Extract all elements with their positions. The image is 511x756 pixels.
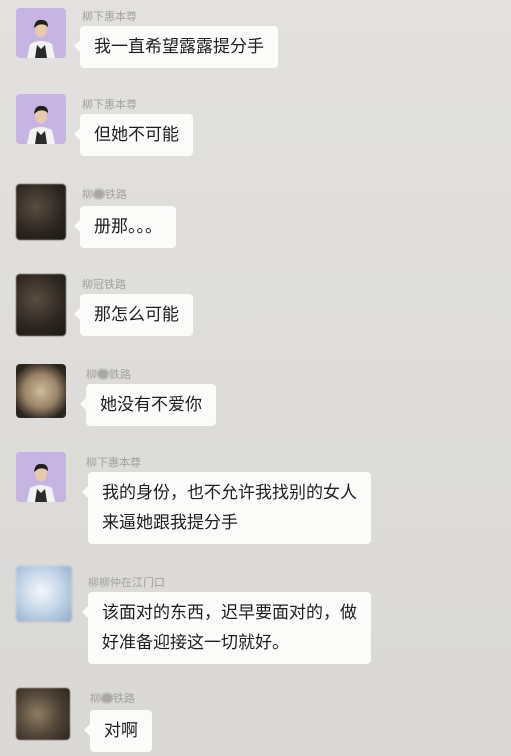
message-bubble[interactable]: 那怎么可能 <box>74 294 193 336</box>
blurred-avatar-icon[interactable] <box>16 566 72 622</box>
message-bubble[interactable]: 我的身份，也不允许我找别的女人 来逼她跟我提分手 <box>82 472 371 544</box>
blurred-avatar-icon[interactable] <box>16 184 66 240</box>
blurred-avatar-icon[interactable] <box>16 274 66 336</box>
sender-name: 柳铁路 <box>82 188 127 201</box>
sender-name: 柳冠铁路 <box>82 278 126 291</box>
sender-name: 柳下惠本尊 <box>86 456 141 469</box>
message-bubble[interactable]: 她没有不爱你 <box>80 384 216 426</box>
redaction-blur <box>101 693 113 703</box>
message-bubble[interactable]: 册那。。。 <box>74 206 176 248</box>
man-avatar-icon[interactable] <box>16 452 66 502</box>
furry-avatar-icon[interactable] <box>16 364 66 418</box>
redaction-blur <box>97 369 109 379</box>
chat-log: 柳下惠本尊 我一直希望露露提分手 柳下惠本尊 但她不可能 柳铁路 册那。。。 柳… <box>0 0 511 756</box>
sender-name: 柳铁路 <box>90 692 135 705</box>
man-avatar-icon[interactable] <box>16 8 66 58</box>
message-bubble[interactable]: 但她不可能 <box>74 114 193 156</box>
sender-name: 柳鉄路 <box>86 368 131 381</box>
redaction-blur <box>93 189 105 199</box>
man-avatar-icon[interactable] <box>16 94 66 144</box>
sender-name: 柳柳仲在江门口 <box>88 576 165 589</box>
message-bubble[interactable]: 我一直希望露露提分手 <box>74 26 278 68</box>
message-bubble[interactable]: 该面对的东西，迟早要面对的，做 好准备迎接这一切就好。 <box>82 592 371 664</box>
message-bubble[interactable]: 对啊 <box>84 710 152 752</box>
sender-name: 柳下惠本尊 <box>82 98 137 111</box>
sender-name: 柳下惠本尊 <box>82 10 137 23</box>
blurred-avatar-icon[interactable] <box>16 688 70 740</box>
